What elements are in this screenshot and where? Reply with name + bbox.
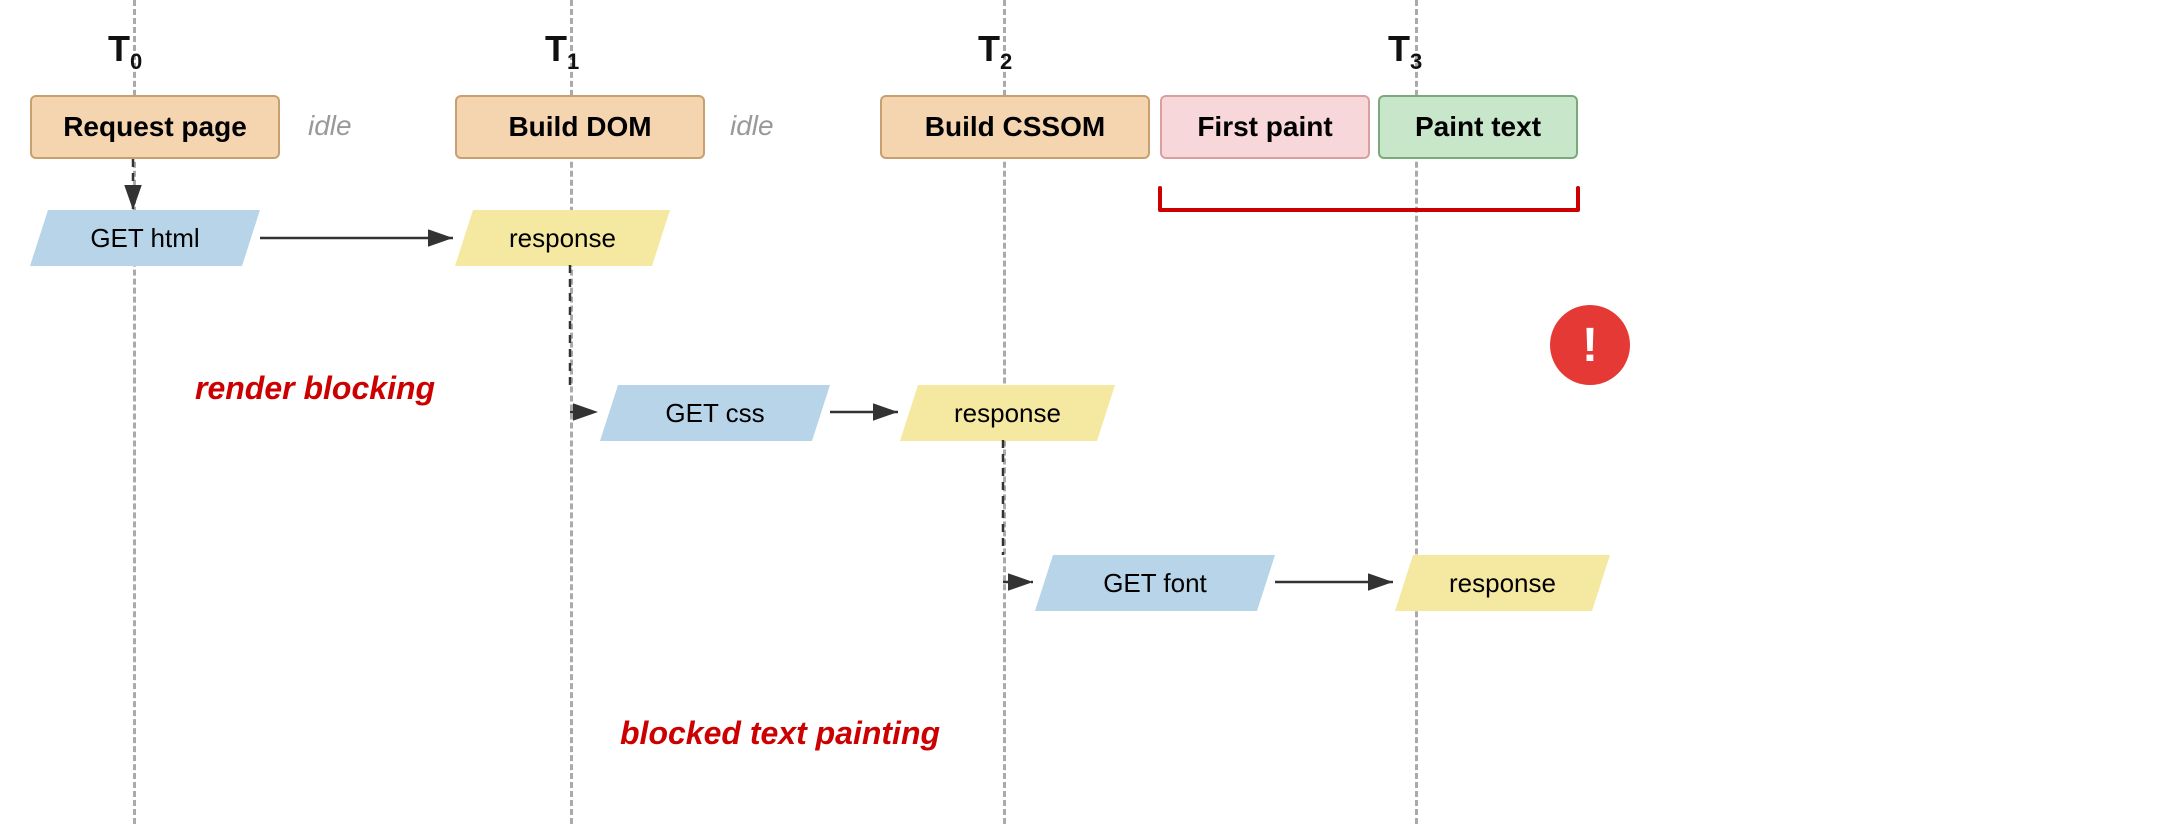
- time-label-t0: T0: [108, 28, 142, 75]
- top-box-build-cssom: Build CSSOM: [880, 95, 1150, 159]
- time-label-t2: T2: [978, 28, 1012, 75]
- red-bracket: [1160, 188, 1578, 210]
- time-label-t1: T1: [545, 28, 579, 75]
- para-box-get-html: GET html: [30, 210, 260, 266]
- top-box-request-page: Request page: [30, 95, 280, 159]
- para-box-get-font: GET font: [1035, 555, 1275, 611]
- idle-label-1: idle: [308, 110, 352, 142]
- render-blocking-label: render blocking: [195, 370, 435, 407]
- para-box-response-font: response: [1395, 555, 1610, 611]
- top-box-first-paint: First paint: [1160, 95, 1370, 159]
- time-label-t3: T3: [1388, 28, 1422, 75]
- para-box-get-css: GET css: [600, 385, 830, 441]
- top-box-paint-text: Paint text: [1378, 95, 1578, 159]
- para-box-response-html: response: [455, 210, 670, 266]
- blocked-text-painting-label: blocked text painting: [620, 715, 940, 752]
- idle-label-2: idle: [730, 110, 774, 142]
- para-box-response-css: response: [900, 385, 1115, 441]
- red-warning-circle: !: [1550, 305, 1630, 385]
- top-box-build-dom: Build DOM: [455, 95, 705, 159]
- diagram: T0 T1 T2 T3 Request page idle Build DOM …: [0, 0, 2177, 824]
